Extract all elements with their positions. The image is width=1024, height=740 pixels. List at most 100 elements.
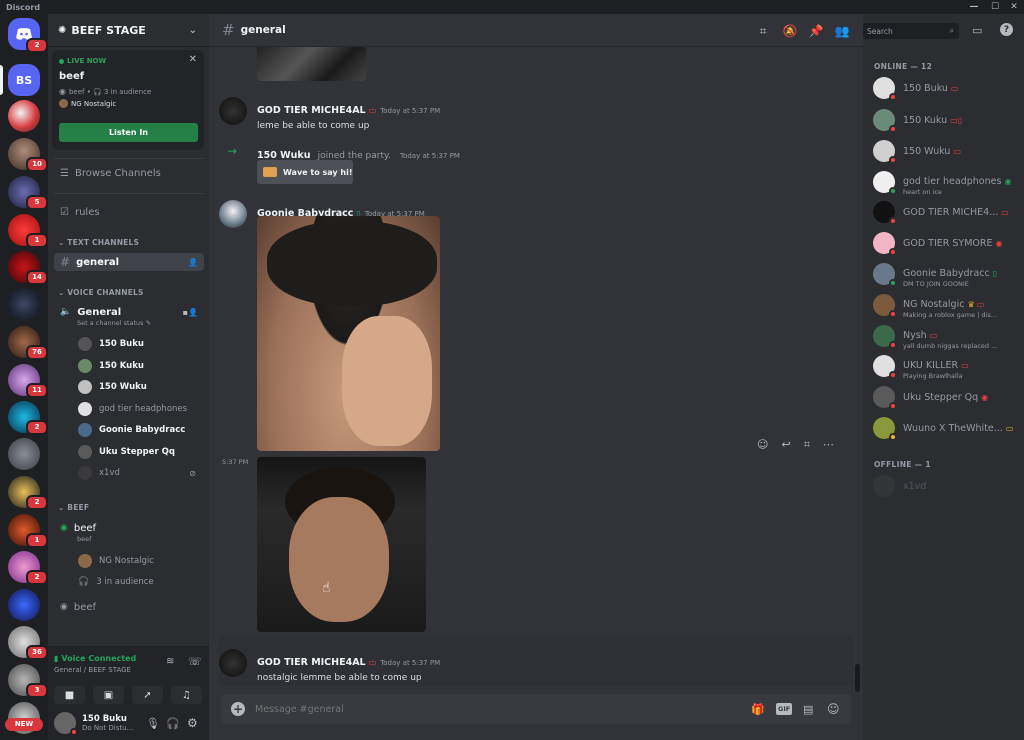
guild-badge: 2 [26,570,48,585]
guild-icon[interactable] [8,589,40,621]
camera-button[interactable]: ■ [54,686,85,704]
scrollbar[interactable] [855,664,860,692]
category-label: VOICE CHANNELS [67,288,144,297]
emoji-icon[interactable]: ☺ [827,702,840,716]
voice-user[interactable]: Goonie Babydracc [78,421,202,439]
server-header[interactable]: ✺ BEEF STAGE ⌄ [48,14,209,47]
guild-badge: 10 [26,157,48,172]
more-icon[interactable]: ⋯ [823,438,834,452]
member-item[interactable]: Uku Stepper Qq ◉ [873,384,1023,410]
new-badge: NEW [5,718,43,731]
help-icon[interactable]: ? [1000,23,1013,36]
user-info[interactable]: 150 Buku Do Not Distu... [82,714,142,732]
device-icon: ▭ [950,83,959,93]
member-item[interactable]: Nysh ▭ yall dumb niggas replaced ... [873,323,1023,350]
attached-photo[interactable] [257,216,440,451]
guild-icon[interactable] [8,100,40,132]
minimize-icon[interactable]: — [964,0,984,14]
add-reaction-icon[interactable]: ☺ [757,438,768,452]
member-item[interactable]: god tier headphones ◉ heart on ice [873,169,1023,196]
message-author[interactable]: GOD TIER MICHE4AL [257,657,366,668]
search-box[interactable]: Search ⌕ [863,23,959,39]
member-item[interactable]: 150 Wuku ▭ [873,138,1023,164]
close-window-icon[interactable]: ✕ [1004,0,1024,14]
message-input[interactable] [255,703,725,715]
avatar [873,386,897,410]
close-icon[interactable]: ✕ [189,54,197,65]
invite-icon[interactable]: 👤 [188,258,198,267]
voice-user[interactable]: 150 Kuku [78,357,202,375]
member-item[interactable]: Goonie Babydracc ▯ DM TO JOIN GOONIE [873,261,1023,288]
guild-beef-stage-icon[interactable]: BS [8,64,40,96]
member-item[interactable]: 150 Kuku ▭▯ [873,107,1023,133]
channel-status[interactable]: Set a channel status ✎ [77,319,151,327]
voice-user[interactable]: 150 Buku [78,335,202,353]
avatar[interactable] [219,200,247,228]
member-item[interactable]: GOD TIER SYMORE ◉ [873,230,1023,256]
member-item[interactable]: UKU KILLER ▭ Playing Brawlhalla [873,353,1023,380]
offline-header: OFFLINE — 1 [874,460,931,469]
guild-icon[interactable] [8,288,40,320]
message-author[interactable]: GOD TIER MICHE4AL [257,105,366,116]
wave-button[interactable]: Wave to say hi! [257,160,353,184]
member-item[interactable]: 150 Buku ▭ [873,75,1023,101]
gift-icon[interactable]: 🎁 [751,703,765,716]
pin-icon[interactable]: 📌 [808,23,824,39]
voice-user-name: Goonie Babydracc [99,425,186,435]
guild-icon[interactable] [8,438,40,470]
avatar[interactable] [54,712,78,736]
inbox-icon[interactable]: ▭ [972,24,982,37]
category-text-channels[interactable]: ⌄ TEXT CHANNELS [58,238,139,247]
live-label: LIVE NOW [67,57,107,65]
voice-connected-sub[interactable]: General / BEEF STAGE [54,666,131,674]
thread-icon[interactable]: ⌗ [804,438,810,452]
stage-signal-icon: ◉ [60,523,68,533]
headphones-icon[interactable]: 🎧 [166,717,180,730]
disconnect-icon[interactable]: ☏ [188,655,202,668]
avatar[interactable] [219,97,247,125]
stage-audience[interactable]: 🎧 3 in audience [78,573,202,591]
member-item[interactable]: Wuuno X TheWhite... ▭ [873,415,1023,441]
invite-icon[interactable]: 👤 [188,308,198,317]
voice-user[interactable]: 150 Wuku [78,378,202,396]
gif-button[interactable]: GIF [776,703,793,715]
activity-button[interactable]: ➚ [132,686,163,704]
reply-icon[interactable]: ↩ [781,438,790,452]
soundboard-button[interactable]: ♫ [171,686,202,704]
channel-general[interactable]: # general 👤 [54,253,204,271]
voice-user[interactable]: god tier headphones [78,400,202,418]
screen-share-button[interactable]: ▣ [93,686,124,704]
category-voice-channels[interactable]: ⌄ VOICE CHANNELS [58,288,144,297]
attached-photo[interactable] [257,457,426,632]
member-item[interactable]: x1vd [873,473,1023,499]
noise-suppression-icon[interactable]: ≋ [166,656,174,667]
stage-speaker[interactable]: NG Nostalgic [78,552,202,570]
gear-icon[interactable]: ⚙ [187,716,198,730]
avatar[interactable] [219,649,247,677]
add-attachment-icon[interactable]: + [231,702,245,716]
avatar [78,554,92,568]
category-beef[interactable]: ⌄ BEEF [58,503,89,512]
member-item[interactable]: NG Nostalgic ♛ ▭ Making a roblox game | dis… [873,292,1023,319]
avatar [873,140,897,164]
message-timestamp: Today at 5:37 PM [380,659,441,667]
attached-image[interactable] [257,47,366,81]
speaker-icon: 🔈 [60,307,72,317]
channel-rules[interactable]: ☑ rules [54,203,204,221]
microphone-icon[interactable]: 🎙 [146,717,160,730]
listen-in-button[interactable]: Listen In [59,123,198,142]
members-icon[interactable]: 👥 [834,23,850,39]
headphones-icon: 🎧 [78,577,90,587]
stage-channel-beef-2[interactable]: ◉ beef [54,598,204,616]
member-item[interactable]: GOD TIER MICHE4... ▭ [873,199,1023,225]
message: GOD TIER MICHE4AL ▭ Today at 5:37 PM nosta… [257,650,440,683]
threads-icon[interactable]: ⌗ [755,23,771,39]
sticker-icon[interactable]: ▤ [803,703,813,716]
rocket-icon: ➚ [143,689,152,701]
notifications-muted-icon[interactable]: 🔕 [782,23,798,39]
browse-channels[interactable]: ☰ Browse Channels [54,164,204,182]
voice-user[interactable]: Uku Stepper Qq [78,443,202,461]
guild-badge: 3 [26,683,48,698]
voice-user[interactable]: x1vd ⊘ [78,464,202,482]
maximize-icon[interactable]: ☐ [985,0,1005,14]
